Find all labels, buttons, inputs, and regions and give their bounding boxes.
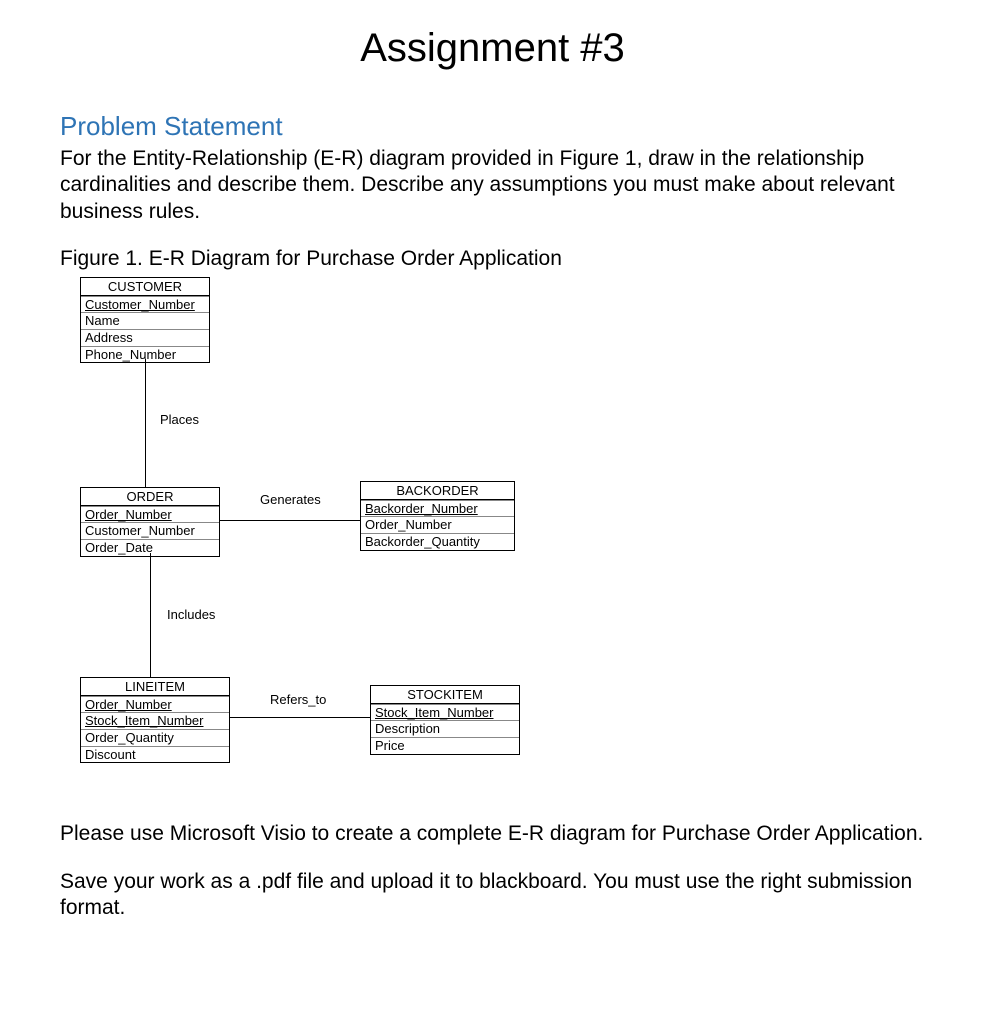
entity-backorder-title: BACKORDER <box>361 482 514 500</box>
rel-generates-label: Generates <box>258 492 323 507</box>
entity-lineitem-attr-2: Order_Quantity <box>81 729 229 746</box>
rel-includes-label: Includes <box>165 607 217 622</box>
entity-stockitem-attr-2: Price <box>371 737 519 754</box>
section-heading: Problem Statement <box>60 111 925 142</box>
document-title: Assignment #3 <box>60 26 925 71</box>
entity-backorder-attr-1: Order_Number <box>361 516 514 533</box>
entity-lineitem-attr-3: Discount <box>81 746 229 763</box>
entity-backorder-attr-2: Backorder_Quantity <box>361 533 514 550</box>
entity-order: ORDER Order_Number Customer_Number Order… <box>80 487 220 557</box>
instructions-1: Please use Microsoft Visio to create a c… <box>60 821 925 847</box>
entity-customer-attr-1: Name <box>81 312 209 329</box>
line-includes <box>150 553 151 677</box>
line-places <box>145 359 146 487</box>
entity-order-attr-1: Customer_Number <box>81 522 219 539</box>
entity-order-title: ORDER <box>81 488 219 506</box>
entity-lineitem-attr-1: Stock_Item_Number <box>81 712 229 729</box>
er-diagram: CUSTOMER Customer_Number Name Address Ph… <box>40 277 540 817</box>
rel-places-label: Places <box>158 412 201 427</box>
entity-lineitem-title: LINEITEM <box>81 678 229 696</box>
entity-lineitem: LINEITEM Order_Number Stock_Item_Number … <box>80 677 230 763</box>
entity-customer-title: CUSTOMER <box>81 278 209 296</box>
instructions-2: Save your work as a .pdf file and upload… <box>60 869 925 922</box>
entity-stockitem: STOCKITEM Stock_Item_Number Description … <box>370 685 520 755</box>
figure-caption: Figure 1. E-R Diagram for Purchase Order… <box>60 247 925 271</box>
entity-customer-attr-0: Customer_Number <box>81 296 209 313</box>
rel-refers-to-label: Refers_to <box>268 692 328 707</box>
entity-stockitem-attr-1: Description <box>371 720 519 737</box>
entity-order-attr-0: Order_Number <box>81 506 219 523</box>
entity-backorder-attr-0: Backorder_Number <box>361 500 514 517</box>
entity-backorder: BACKORDER Backorder_Number Order_Number … <box>360 481 515 551</box>
problem-statement-text: For the Entity-Relationship (E-R) diagra… <box>60 146 925 225</box>
entity-customer-attr-2: Address <box>81 329 209 346</box>
line-generates <box>220 520 360 521</box>
entity-lineitem-attr-0: Order_Number <box>81 696 229 713</box>
entity-stockitem-title: STOCKITEM <box>371 686 519 704</box>
entity-stockitem-attr-0: Stock_Item_Number <box>371 704 519 721</box>
line-refers-to <box>230 717 370 718</box>
entity-customer: CUSTOMER Customer_Number Name Address Ph… <box>80 277 210 363</box>
